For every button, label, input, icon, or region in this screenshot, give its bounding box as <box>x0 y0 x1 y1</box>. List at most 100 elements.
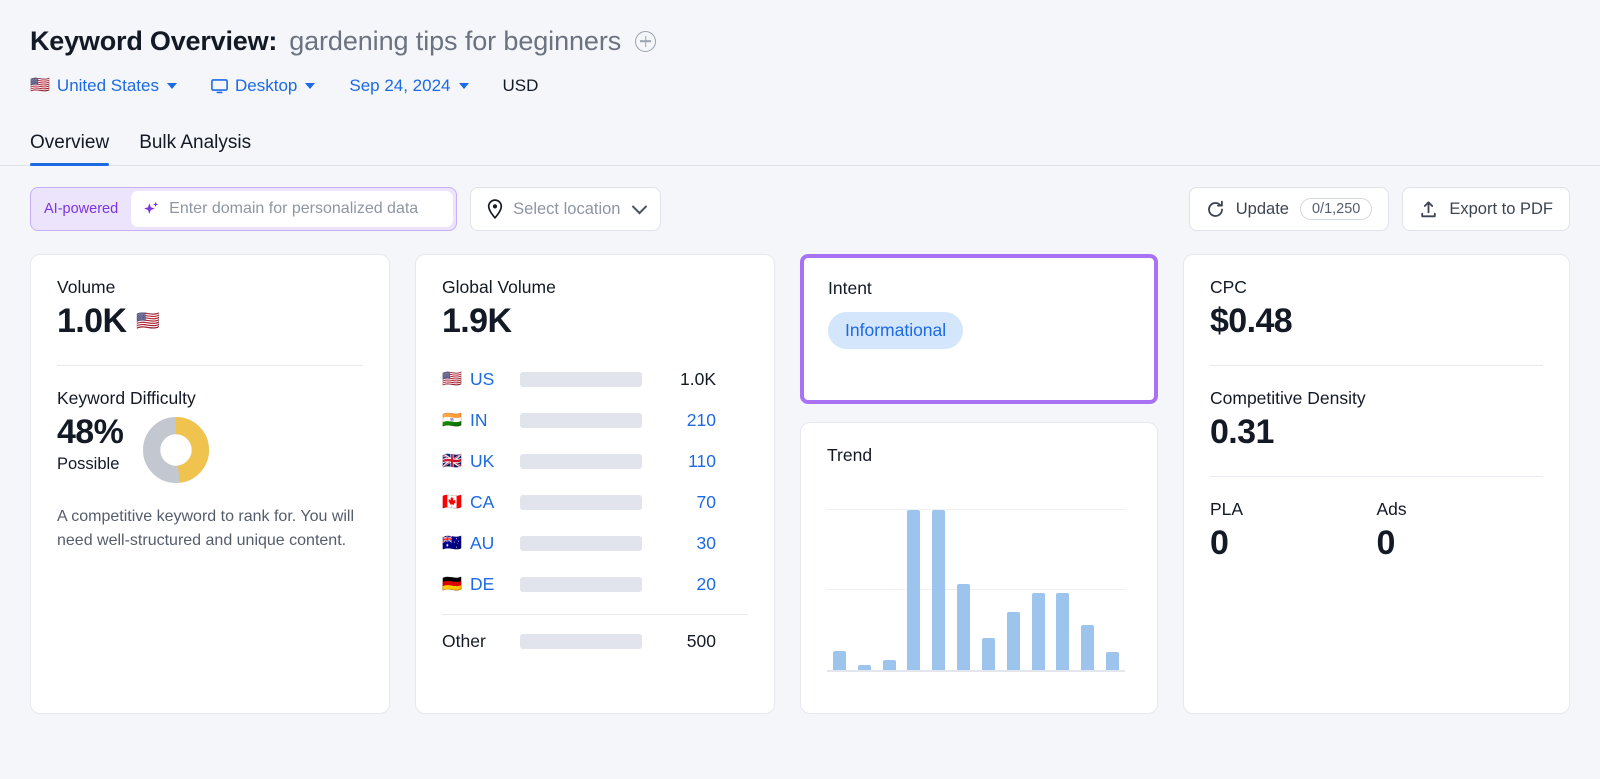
kd-donut-chart <box>143 417 210 484</box>
trend-bar-slot <box>877 494 902 670</box>
divider <box>57 365 363 367</box>
country-volume: 70 <box>696 492 716 513</box>
ads-value: 0 <box>1376 524 1396 563</box>
trend-bar[interactable] <box>1006 612 1020 670</box>
country-volume: 20 <box>696 574 716 595</box>
country-volume: 30 <box>696 533 716 554</box>
kd-description: A competitive keyword to rank for. You w… <box>57 508 355 550</box>
toolbar: AI-powered Select location Update 0/1,25… <box>0 166 1600 232</box>
plus-circle-icon[interactable] <box>635 30 657 52</box>
update-label: Update <box>1235 199 1289 218</box>
trend-bar[interactable] <box>1106 652 1120 670</box>
column-global-volume: Global Volume 1.9K 🇺🇸 US 1.0K 🇮🇳 IN 210 🇬🇧 UK 11… <box>415 254 775 714</box>
us-flag-icon: 🇺🇸 <box>30 77 50 94</box>
kd-label: Keyword Difficulty <box>57 388 196 409</box>
country-flag-icon: 🇨🇦 <box>442 493 462 511</box>
device-selector[interactable]: Desktop <box>211 76 316 96</box>
trend-bar-slot <box>951 494 976 670</box>
trend-bar[interactable] <box>957 583 971 670</box>
domain-input[interactable] <box>169 200 440 218</box>
country-list: 🇺🇸 US 1.0K 🇮🇳 IN 210 🇬🇧 UK 110 🇨🇦 CA 70 🇦🇺 AU 30 🇩🇪 DE 20… <box>442 359 748 662</box>
tab-bulk-analysis[interactable]: Bulk Analysis <box>139 132 251 165</box>
pla-block: PLA 0 <box>1210 499 1377 563</box>
pla-value: 0 <box>1210 524 1229 563</box>
country-flag-icon: 🇦🇺 <box>442 534 462 552</box>
us-flag-icon: 🇺🇸 <box>136 311 160 333</box>
country-code[interactable]: US <box>470 369 520 390</box>
trend-bar[interactable] <box>907 510 921 670</box>
trend-bar[interactable] <box>832 650 846 670</box>
cpc-card: CPC $0.48 Competitive Density 0.31 PLA 0… <box>1183 254 1570 714</box>
update-button[interactable]: Update 0/1,250 <box>1188 187 1390 231</box>
trend-bar-slot <box>976 494 1001 670</box>
intent-card: Intent Informational <box>800 254 1158 404</box>
chevron-down-icon <box>632 198 648 214</box>
country-volume: 210 <box>686 410 716 431</box>
divider <box>1210 365 1543 367</box>
keyword-text: gardening tips for beginners <box>289 25 622 56</box>
monitor-icon <box>211 78 228 93</box>
trend-bar[interactable] <box>981 638 995 670</box>
currency-label: USD <box>502 76 539 95</box>
intent-label: Intent <box>828 278 872 298</box>
country-flag-icon: 🇩🇪 <box>442 575 462 593</box>
location-selector[interactable]: Select location <box>470 187 662 231</box>
intent-chip[interactable]: Informational <box>828 312 964 349</box>
trend-bar-slot <box>852 494 877 670</box>
volume-value-row: 1.0K 🇺🇸 <box>57 302 363 341</box>
update-count-badge: 0/1,250 <box>1299 198 1373 220</box>
global-volume-value: 1.9K <box>442 302 512 340</box>
refresh-icon <box>1207 200 1223 217</box>
trend-bar[interactable] <box>932 510 946 670</box>
column-volume: Volume 1.0K 🇺🇸 Keyword Difficulty 48% Po… <box>30 254 390 714</box>
competitive-density-label: Competitive Density <box>1210 388 1366 409</box>
trend-chart <box>827 494 1125 672</box>
country-row: 🇩🇪 DE 20 <box>442 564 748 605</box>
trend-bar-slot <box>1075 494 1100 670</box>
export-pdf-button[interactable]: Export to PDF <box>1402 187 1570 231</box>
page-header: Keyword Overview: gardening tips for beg… <box>0 0 1600 100</box>
country-row-other: Other 500 <box>442 621 748 662</box>
country-bar-track <box>520 577 642 593</box>
volume-label: Volume <box>57 277 116 297</box>
trend-bar[interactable] <box>1031 593 1045 670</box>
country-code[interactable]: CA <box>470 492 520 513</box>
country-code[interactable]: IN <box>470 410 520 431</box>
country-row: 🇺🇸 US 1.0K <box>442 359 748 400</box>
country-code[interactable]: DE <box>470 574 520 595</box>
country-code[interactable]: AU <box>470 533 520 554</box>
other-label: Other <box>442 631 486 652</box>
ads-block: Ads 0 <box>1377 499 1544 563</box>
country-selector[interactable]: 🇺🇸 United States <box>30 76 177 96</box>
country-code[interactable]: UK <box>470 451 520 472</box>
kd-value: 48% <box>57 413 124 452</box>
export-label: Export to PDF <box>1449 199 1553 218</box>
volume-value: 1.0K <box>57 302 127 340</box>
trend-bar[interactable] <box>1081 625 1095 670</box>
trend-bar[interactable] <box>882 660 896 670</box>
metrics-grid: Volume 1.0K 🇺🇸 Keyword Difficulty 48% Po… <box>0 232 1600 714</box>
divider <box>1210 476 1543 478</box>
trend-bar-slot <box>1026 494 1051 670</box>
upload-icon <box>1421 200 1437 217</box>
chart-baseline <box>827 670 1125 672</box>
trend-bar-slot <box>901 494 926 670</box>
tab-overview[interactable]: Overview <box>30 132 110 166</box>
divider <box>442 614 748 616</box>
country-bar-track <box>520 454 642 470</box>
domain-input-wrap[interactable] <box>131 191 454 227</box>
cpc-value: $0.48 <box>1210 302 1293 340</box>
global-volume-card: Global Volume 1.9K 🇺🇸 US 1.0K 🇮🇳 IN 210 🇬🇧 UK 11… <box>415 254 775 714</box>
competitive-density-value: 0.31 <box>1210 413 1274 452</box>
other-bar-track <box>520 634 642 650</box>
country-bar-track <box>520 413 642 429</box>
date-selector[interactable]: Sep 24, 2024 <box>349 76 469 96</box>
currency-label-wrap: USD <box>503 76 539 96</box>
meta-row: 🇺🇸 United States Desktop Sep 24, 2024 US… <box>30 72 1570 100</box>
country-row: 🇦🇺 AU 30 <box>442 523 748 564</box>
pla-label: PLA <box>1210 499 1244 520</box>
other-volume: 500 <box>686 631 716 652</box>
country-bar-track <box>520 536 642 552</box>
trend-label: Trend <box>827 445 873 465</box>
trend-bar[interactable] <box>1056 593 1070 670</box>
